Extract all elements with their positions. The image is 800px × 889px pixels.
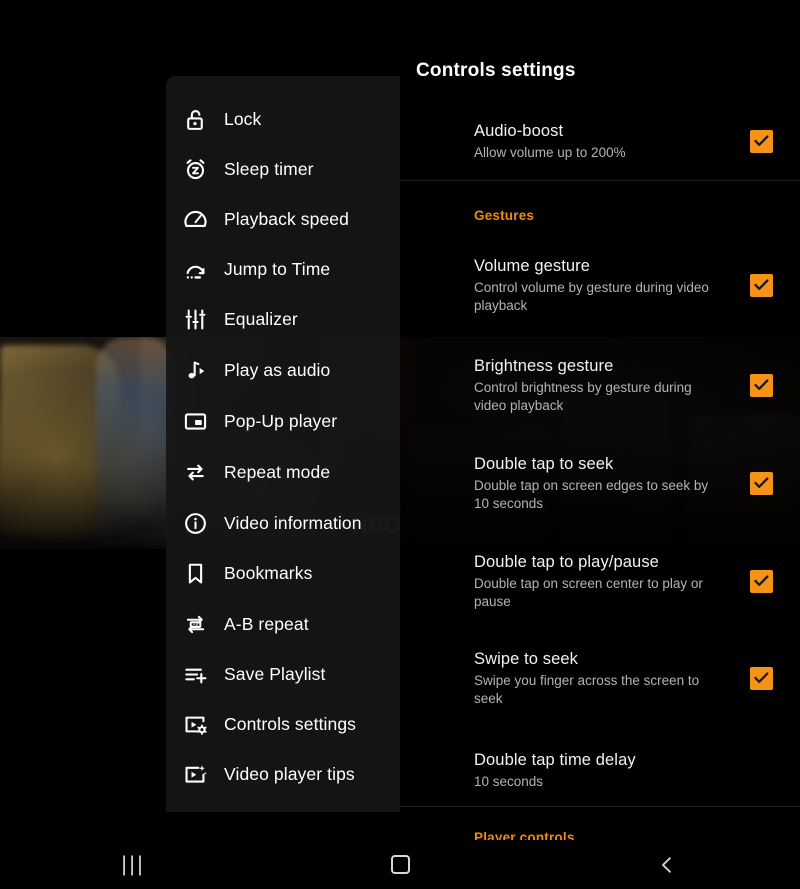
menu-item-label: Sleep timer	[224, 158, 314, 179]
menu-item-label: Repeat mode	[224, 461, 331, 482]
setting-subtitle: Swipe you finger across the screen to se…	[474, 672, 700, 706]
section-header-player-controls: Player controls	[474, 830, 575, 840]
menu-item-lock[interactable]: Lock	[166, 94, 400, 144]
info-circle-icon	[166, 511, 224, 536]
setting-row-swipe-to-seek[interactable]: Swipe to seek Swipe you finger across th…	[400, 641, 800, 715]
setting-title: Audio-boost	[474, 121, 564, 140]
menu-item-ab-repeat[interactable]: AB A-B repeat	[166, 599, 400, 649]
menu-item-label: Video information	[224, 512, 362, 533]
setting-subtitle: Double tap on screen center to play or p…	[474, 575, 703, 609]
equalizer-icon	[166, 307, 224, 332]
setting-text-volume-gesture: Volume gesture Control volume by gesture…	[400, 256, 750, 315]
setting-text-brightness-gesture: Brightness gesture Control brightness by…	[400, 356, 750, 415]
menu-item-label: Video player tips	[224, 763, 355, 784]
page-title: Controls settings	[416, 60, 576, 81]
menu-item-video-information[interactable]: Video information	[166, 498, 400, 548]
menu-item-popup-player[interactable]: Pop-Up player	[166, 396, 400, 446]
settings-divider-2	[400, 806, 800, 807]
menu-item-label: Pop-Up player	[224, 410, 338, 431]
setting-value: 10 seconds	[474, 773, 544, 789]
setting-row-audio-boost[interactable]: Audio-boost Allow volume up to 200%	[400, 108, 800, 174]
menu-item-label: A-B repeat	[224, 613, 309, 634]
setting-row-volume-gesture[interactable]: Volume gesture Control volume by gesture…	[400, 248, 800, 322]
menu-item-save-playlist[interactable]: Save Playlist	[166, 649, 400, 699]
setting-text-double-tap-time-delay: Double tap time delay 10 seconds	[400, 750, 800, 791]
setting-subtitle: Control brightness by gesture during vid…	[474, 379, 692, 413]
menu-item-label: Controls settings	[224, 713, 357, 734]
checkbox-volume-gesture[interactable]	[750, 273, 773, 297]
player-options-menu: Lock Sleep timer Playback speed Jump to …	[166, 76, 400, 812]
setting-title: Double tap time delay	[474, 750, 636, 769]
menu-item-controls-settings[interactable]: Controls settings	[166, 699, 400, 749]
video-figure-shape	[96, 337, 174, 542]
playlist-add-icon	[166, 662, 224, 687]
setting-row-brightness-gesture[interactable]: Brightness gesture Control brightness by…	[400, 348, 800, 422]
home-square-icon	[390, 855, 410, 874]
repeat-icon	[166, 460, 224, 485]
picture-in-picture-icon	[166, 409, 224, 434]
sleep-timer-icon	[166, 157, 224, 182]
menu-item-label: Bookmarks	[224, 562, 313, 583]
menu-item-equalizer[interactable]: Equalizer	[166, 294, 400, 344]
ab-repeat-icon: AB	[166, 612, 224, 637]
settings-divider-1	[400, 180, 800, 181]
phone-screen: HBO Controls settings Audio-boost Allow …	[0, 0, 800, 889]
menu-item-sleep-timer[interactable]: Sleep timer	[166, 144, 400, 194]
menu-item-label: Play as audio	[224, 359, 331, 380]
menu-item-repeat-mode[interactable]: Repeat mode	[166, 447, 400, 497]
setting-title: Volume gesture	[474, 256, 591, 275]
nav-recents-button[interactable]: |||	[0, 840, 267, 889]
menu-item-playback-speed[interactable]: Playback speed	[166, 194, 400, 244]
menu-item-label: Jump to Time	[224, 258, 331, 279]
checkbox-double-tap-seek[interactable]	[750, 471, 773, 495]
bookmark-icon	[166, 561, 224, 586]
setting-title: Double tap to seek	[474, 454, 614, 473]
checkbox-swipe-to-seek[interactable]	[750, 666, 773, 690]
setting-row-double-tap-play-pause[interactable]: Double tap to play/pause Double tap on s…	[400, 544, 800, 618]
video-settings-icon	[166, 712, 224, 737]
menu-item-jump-to-time[interactable]: Jump to Time	[166, 244, 400, 294]
setting-row-double-tap-seek[interactable]: Double tap to seek Double tap on screen …	[400, 446, 800, 520]
controls-settings-panel: Controls settings Audio-boost Allow volu…	[400, 0, 800, 840]
menu-item-label: Lock	[224, 108, 262, 129]
lock-open-icon	[166, 107, 224, 132]
checkbox-double-tap-play-pause[interactable]	[750, 569, 773, 593]
section-header-gestures: Gestures	[474, 208, 535, 223]
setting-row-double-tap-time-delay[interactable]: Double tap time delay 10 seconds	[400, 742, 800, 798]
setting-text-audio-boost: Audio-boost Allow volume up to 200%	[400, 121, 750, 162]
menu-item-label: Playback speed	[224, 208, 349, 229]
setting-subtitle: Allow volume up to 200%	[474, 144, 626, 160]
setting-subtitle: Double tap on screen edges to seek by 10…	[474, 477, 709, 511]
checkbox-audio-boost[interactable]	[750, 129, 773, 153]
svg-text:AB: AB	[192, 622, 198, 627]
setting-title: Double tap to play/pause	[474, 552, 659, 571]
menu-item-play-as-audio[interactable]: Play as audio	[166, 345, 400, 395]
speedometer-icon	[166, 207, 224, 232]
nav-home-button[interactable]	[267, 840, 534, 889]
video-tips-icon	[166, 762, 224, 787]
setting-title: Brightness gesture	[474, 356, 614, 375]
menu-item-video-player-tips[interactable]: Video player tips	[166, 749, 400, 799]
setting-text-swipe-to-seek: Swipe to seek Swipe you finger across th…	[400, 649, 750, 708]
setting-text-double-tap-play-pause: Double tap to play/pause Double tap on s…	[400, 552, 750, 611]
music-note-play-icon	[166, 358, 224, 383]
jump-to-time-icon	[166, 257, 224, 282]
setting-subtitle: Control volume by gesture during video p…	[474, 279, 709, 313]
recents-icon: |||	[121, 852, 146, 876]
setting-title: Swipe to seek	[474, 649, 579, 668]
menu-item-label: Equalizer	[224, 308, 298, 329]
android-navigation-bar: |||	[0, 840, 800, 889]
nav-back-button[interactable]	[533, 840, 800, 889]
checkbox-brightness-gesture[interactable]	[750, 373, 773, 397]
menu-item-bookmarks[interactable]: Bookmarks	[166, 548, 400, 598]
back-chevron-icon	[661, 856, 671, 873]
menu-item-label: Save Playlist	[224, 663, 326, 684]
setting-text-double-tap-seek: Double tap to seek Double tap on screen …	[400, 454, 750, 513]
